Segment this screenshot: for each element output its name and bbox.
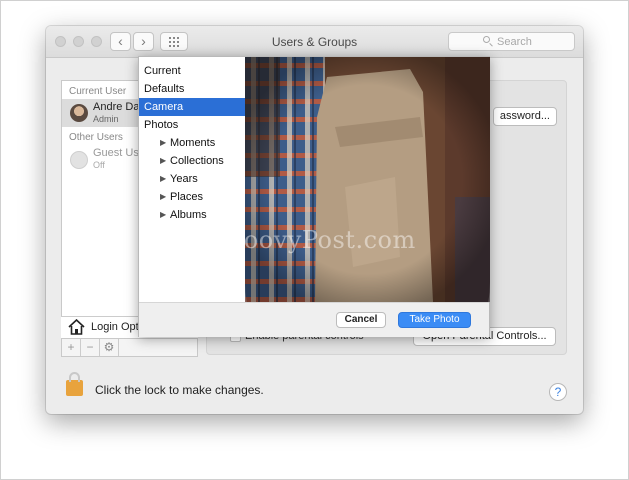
disclosure-triangle-icon: ▶ xyxy=(160,174,167,183)
disclosure-triangle-icon: ▶ xyxy=(160,210,167,219)
disclosure-triangle-icon: ▶ xyxy=(160,138,167,147)
menu-item-collections[interactable]: ▶ Collections xyxy=(139,152,245,170)
guest-avatar-icon xyxy=(70,151,88,169)
current-user-role: Admin xyxy=(93,114,119,124)
title-bar: ‹ › Users & Groups Search xyxy=(46,26,583,58)
photo-picker-popover: Current Defaults Camera Photos ▶ Moments … xyxy=(138,56,490,337)
change-password-button[interactable]: assword... xyxy=(493,107,557,126)
cancel-button[interactable]: Cancel xyxy=(336,312,386,328)
disclosure-triangle-icon: ▶ xyxy=(160,156,167,165)
gear-icon[interactable]: ⚙ xyxy=(100,339,119,356)
menu-item-current[interactable]: Current xyxy=(139,62,245,80)
other-users-heading: Other Users xyxy=(69,132,123,143)
avatar xyxy=(70,104,88,122)
current-user-heading: Current User xyxy=(69,86,127,97)
menu-item-label: Albums xyxy=(170,209,207,221)
disclosure-triangle-icon: ▶ xyxy=(160,192,167,201)
menu-item-places[interactable]: ▶ Places xyxy=(139,188,245,206)
camera-preview[interactable] xyxy=(245,57,490,302)
menu-item-label: Photos xyxy=(144,119,179,131)
lock-icon[interactable] xyxy=(66,372,83,396)
take-photo-button[interactable]: Take Photo xyxy=(398,312,471,328)
menu-item-label: Collections xyxy=(170,155,224,167)
menu-item-photos[interactable]: Photos xyxy=(139,116,245,134)
current-user-name: Andre Da xyxy=(93,101,140,113)
menu-item-years[interactable]: ▶ Years xyxy=(139,170,245,188)
menu-item-moments[interactable]: ▶ Moments xyxy=(139,134,245,152)
search-field[interactable]: Search xyxy=(448,32,575,51)
picture-source-menu: Current Defaults Camera Photos ▶ Moments … xyxy=(139,57,245,302)
menu-item-label: Current xyxy=(144,65,181,77)
menu-item-label: Places xyxy=(170,191,204,203)
menu-item-camera[interactable]: Camera xyxy=(139,98,245,116)
menu-item-label: Moments xyxy=(170,137,216,149)
menu-item-label: Camera xyxy=(144,101,184,113)
guest-user-name: Guest Us xyxy=(93,147,139,159)
search-icon xyxy=(483,36,490,43)
guest-user-status: Off xyxy=(93,160,105,170)
sidebar-toolbar: + − ⚙ xyxy=(61,338,198,357)
house-icon xyxy=(68,319,85,335)
add-user-button[interactable]: + xyxy=(62,339,81,356)
menu-item-defaults[interactable]: Defaults xyxy=(139,80,245,98)
menu-item-albums[interactable]: ▶ Albums xyxy=(139,206,245,224)
camera-image xyxy=(245,57,490,302)
login-options-label: Login Opt xyxy=(91,321,139,333)
lock-message: Click the lock to make changes. xyxy=(95,383,264,397)
menu-item-label: Years xyxy=(170,173,198,185)
search-placeholder: Search xyxy=(497,36,532,48)
photo-picker-button-bar: Cancel Take Photo xyxy=(139,302,489,337)
help-button[interactable]: ? xyxy=(549,383,567,401)
menu-item-label: Defaults xyxy=(144,83,185,95)
remove-user-button[interactable]: − xyxy=(81,339,100,356)
watermark: groovyPost.com xyxy=(216,226,416,254)
